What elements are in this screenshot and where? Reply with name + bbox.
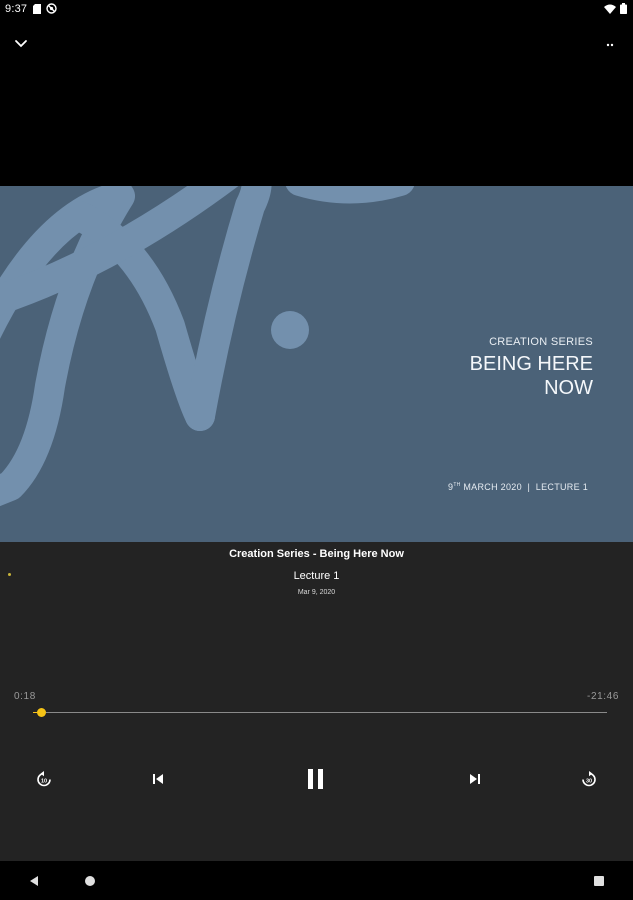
artwork-date-suffix: TH	[453, 482, 461, 488]
back-icon	[30, 876, 38, 886]
artwork-date-line: 9TH MARCH 2020 | LECTURE 1	[448, 482, 588, 492]
artwork-title: BEING HERE NOW	[470, 352, 593, 400]
status-right-icons	[604, 3, 627, 14]
status-time: 9:37	[5, 3, 28, 15]
pause-button[interactable]	[304, 767, 328, 791]
svg-text:10: 10	[41, 778, 47, 784]
skip-next-button[interactable]	[463, 767, 487, 791]
artwork-title-line1: BEING HERE	[469, 353, 593, 375]
rewind-icon: 10	[37, 771, 51, 787]
skip-previous-icon	[153, 774, 163, 784]
remaining-time: -21:46	[587, 691, 619, 702]
player-panel: Creation Series - Being Here Now Lecture…	[0, 542, 633, 861]
screen: 9:37 CREATION SERIES BEING HERE NOW 9TH …	[0, 0, 633, 900]
collapse-button[interactable]	[14, 36, 34, 50]
forward-icon: 30	[582, 771, 596, 787]
navigation-bar	[0, 861, 633, 900]
pause-icon	[308, 769, 323, 789]
nav-back-button[interactable]	[26, 873, 42, 889]
wifi-icon	[604, 4, 616, 14]
status-bar: 9:37	[0, 0, 633, 18]
lecture-name: Lecture 1	[293, 570, 340, 582]
progress-slider[interactable]	[33, 708, 607, 717]
progress-thumb[interactable]	[37, 708, 46, 717]
artwork-separator: |	[524, 482, 533, 492]
status-left-icons	[33, 3, 57, 14]
forward-button[interactable]: 30	[577, 767, 601, 791]
recents-icon	[594, 876, 604, 886]
chevron-down-icon	[15, 40, 27, 48]
artwork-title-line2: NOW	[544, 377, 593, 399]
episode-artwork: CREATION SERIES BEING HERE NOW 9TH MARCH…	[0, 186, 633, 542]
home-icon	[85, 876, 95, 886]
skip-previous-button[interactable]	[146, 767, 170, 791]
artwork-date-rest: MARCH 2020	[460, 482, 522, 492]
artwork-lecture-label: LECTURE 1	[535, 482, 588, 492]
signal-off-icon	[46, 3, 57, 14]
player-header	[0, 18, 633, 186]
more-icon	[606, 43, 614, 47]
artwork-series-label: CREATION SERIES	[489, 336, 593, 348]
elapsed-time: 0:18	[14, 691, 36, 702]
sd-card-icon	[33, 3, 41, 14]
nav-home-button[interactable]	[82, 873, 98, 889]
more-button[interactable]	[605, 38, 617, 50]
svg-text:30: 30	[586, 778, 592, 784]
nav-recents-button[interactable]	[591, 873, 607, 889]
episode-title: Creation Series - Being Here Now	[229, 548, 404, 560]
battery-icon	[620, 3, 627, 14]
lecture-date: Mar 9, 2020	[297, 589, 336, 596]
rewind-button[interactable]: 10	[32, 767, 56, 791]
skip-next-icon	[470, 774, 480, 784]
